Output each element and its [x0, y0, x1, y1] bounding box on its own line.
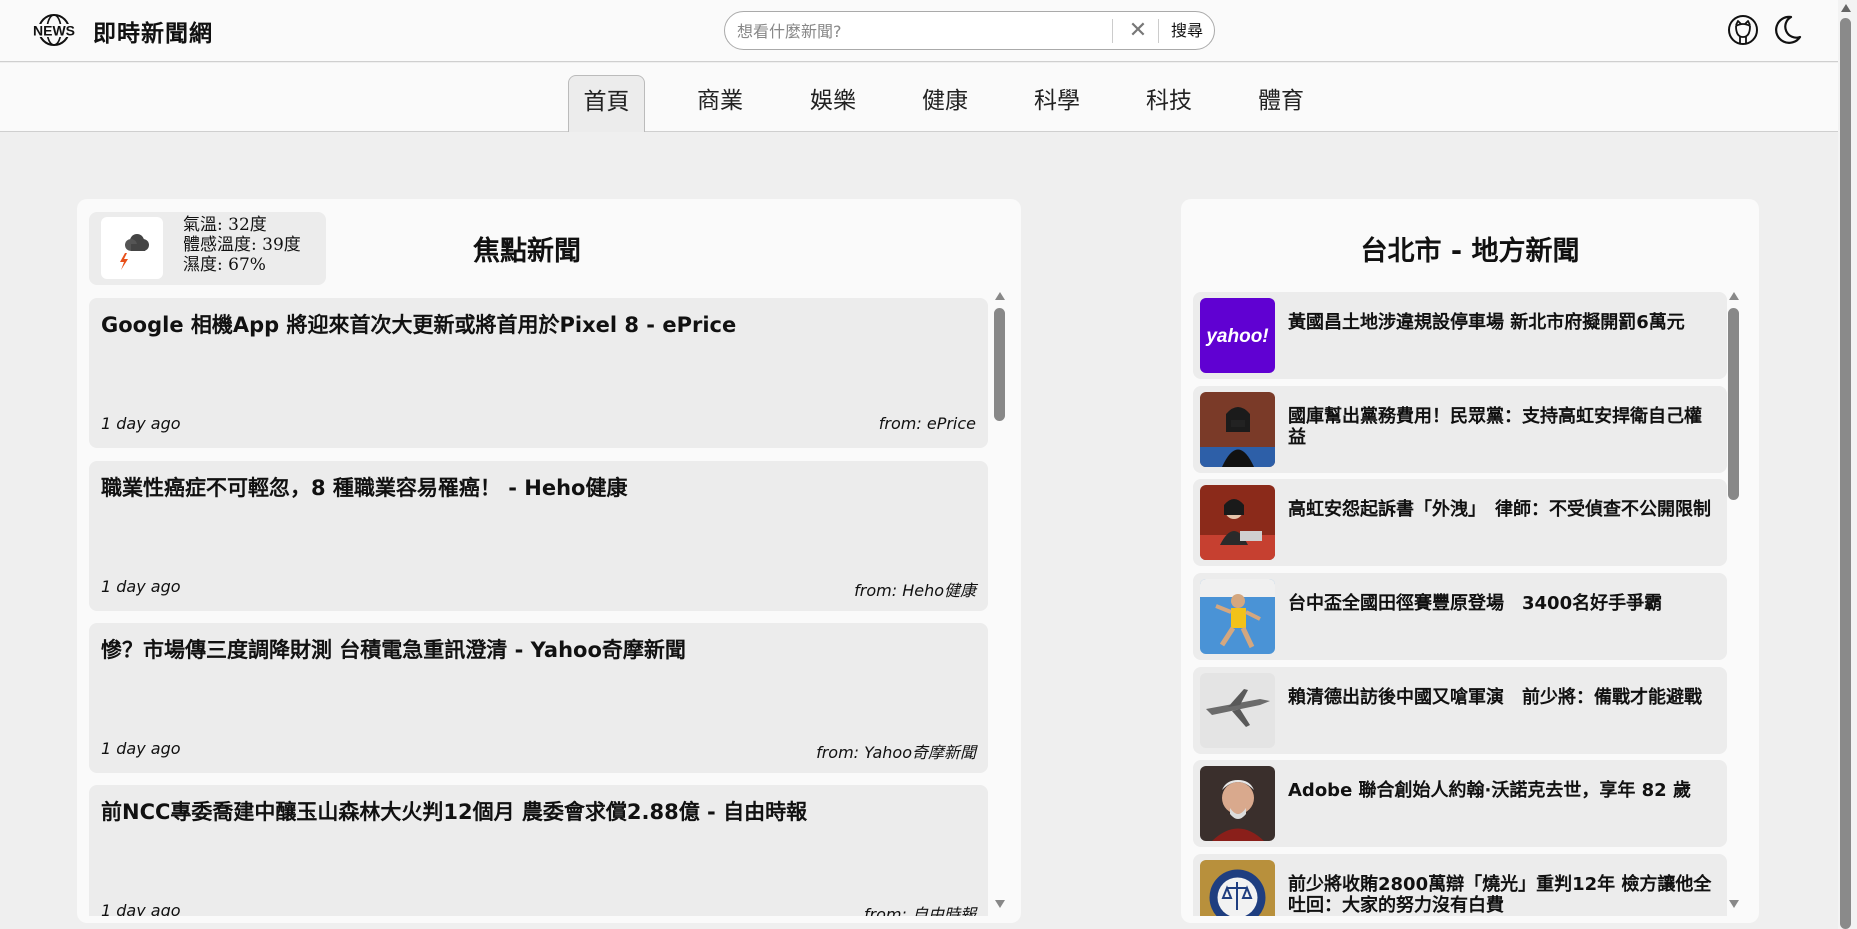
tab-health[interactable]: 健康: [907, 75, 983, 132]
dark-mode-moon-icon[interactable]: [1770, 13, 1804, 47]
search-box: ✕ 搜尋: [724, 11, 1215, 50]
headline-source: from: Heho健康: [854, 581, 976, 600]
podium-speaker-thumbnail: [1200, 485, 1275, 560]
search-divider: [1158, 19, 1159, 43]
local-news-scrollbar[interactable]: [1726, 292, 1742, 908]
headlines-title: 焦點新聞: [473, 236, 581, 267]
local-news-item[interactable]: Adobe 聯合創始人約翰·沃諾克去世，享年 82 歲: [1193, 760, 1727, 847]
justice-emblem-thumbnail: [1200, 860, 1275, 916]
scroll-thumb[interactable]: [994, 308, 1005, 421]
search-button[interactable]: 搜尋: [1165, 18, 1209, 44]
window-scroll-thumb[interactable]: [1840, 18, 1851, 929]
yahoo-logo-text: yahoo!: [1205, 326, 1268, 347]
scroll-up-arrow-icon[interactable]: [1729, 292, 1739, 300]
local-news-headline[interactable]: 國庫幫出黨務費用！民眾黨：支持高虹安捍衛自己權益: [1288, 406, 1718, 448]
thunderstorm-icon: [101, 217, 163, 279]
top-bar: NEWS 即時新聞網 ✕ 搜尋: [0, 0, 1838, 62]
local-news-list: yahoo! 黃國昌土地涉違規設停車場 新北市府擬開罰6萬元 國庫幫出黨務費用！…: [1193, 292, 1727, 916]
headline-title[interactable]: 職業性癌症不可輕忽，8 種職業容易罹癌！ - Heho健康: [101, 474, 971, 502]
github-icon[interactable]: [1726, 13, 1760, 47]
headline-time: 1 day ago: [101, 901, 181, 916]
weather-feels-like: 體感溫度: 39度: [183, 235, 301, 255]
local-news-headline[interactable]: 高虹安怨起訴書「外洩」 律師：不受偵查不公開限制: [1288, 499, 1718, 520]
scroll-down-arrow-icon[interactable]: [995, 900, 1005, 908]
local-news-headline[interactable]: 黃國昌土地涉違規設停車場 新北市府擬開罰6萬元: [1288, 312, 1718, 333]
search-input[interactable]: [737, 18, 1127, 44]
search-divider: [1112, 19, 1113, 43]
local-news-title: 台北市 - 地方新聞: [1360, 236, 1580, 267]
headlines-scrollbar[interactable]: [992, 292, 1008, 908]
local-news-item[interactable]: 高虹安怨起訴書「外洩」 律師：不受偵查不公開限制: [1193, 479, 1727, 566]
headline-source: from: ePrice: [878, 414, 976, 433]
local-news-headline[interactable]: 前少將收賄2800萬辯「燒光」重判12年 檢方讓他全吐回：大家的努力沒有白費: [1288, 874, 1718, 916]
tab-entertainment[interactable]: 娛樂: [795, 75, 871, 132]
local-news-headline[interactable]: Adobe 聯合創始人約翰·沃諾克去世，享年 82 歲: [1288, 780, 1718, 801]
window-scrollbar[interactable]: [1838, 0, 1857, 929]
category-nav: 首頁 商業 娛樂 健康 科學 科技 體育: [0, 63, 1838, 132]
headline-card[interactable]: Google 相機App 將迎來首次大更新或將首用於Pixel 8 - ePri…: [89, 298, 988, 448]
headline-title[interactable]: Google 相機App 將迎來首次大更新或將首用於Pixel 8 - ePri…: [101, 311, 971, 339]
scroll-up-arrow-icon[interactable]: [995, 292, 1005, 300]
site-title[interactable]: 即時新聞網: [93, 14, 213, 48]
local-news-item[interactable]: yahoo! 黃國昌土地涉違規設停車場 新北市府擬開罰6萬元: [1193, 292, 1727, 379]
logo-text: NEWS: [33, 23, 75, 39]
headline-card[interactable]: 慘？市場傳三度調降財測 台積電急重訊澄清 - Yahoo奇摩新聞 1 day a…: [89, 623, 988, 773]
headlines-list: Google 相機App 將迎來首次大更新或將首用於Pixel 8 - ePri…: [89, 298, 988, 916]
headlines-panel: 氣溫: 32度 體感溫度: 39度 濕度: 67% 焦點新聞 Google 相機…: [77, 199, 1021, 923]
clear-search-button[interactable]: ✕: [1123, 17, 1153, 45]
news-logo-icon[interactable]: NEWS: [28, 13, 80, 47]
headline-time: 1 day ago: [101, 414, 181, 433]
tab-technology[interactable]: 科技: [1131, 75, 1207, 132]
headline-card[interactable]: 職業性癌症不可輕忽，8 種職業容易罹癌！ - Heho健康 1 day ago …: [89, 461, 988, 611]
fighter-jet-thumbnail: [1200, 673, 1275, 748]
headline-title[interactable]: 慘？市場傳三度調降財測 台積電急重訊澄清 - Yahoo奇摩新聞: [101, 636, 971, 664]
headline-source: from: 自由時報: [863, 905, 976, 916]
local-news-panel: 台北市 - 地方新聞 yahoo! 黃國昌土地涉違規設停車場 新北市府擬開罰6萬…: [1181, 199, 1759, 923]
tab-sports[interactable]: 體育: [1243, 75, 1319, 132]
local-news-item[interactable]: 賴清德出訪後中國又嗆軍演 前少將：備戰才能避戰: [1193, 667, 1727, 754]
headline-time: 1 day ago: [101, 577, 181, 596]
press-conference-thumbnail: [1200, 392, 1275, 467]
weather-humidity: 濕度: 67%: [183, 255, 266, 275]
tab-home[interactable]: 首頁: [568, 75, 645, 132]
scroll-up-arrow-icon[interactable]: [1841, 4, 1851, 12]
headline-title[interactable]: 前NCC專委喬建中釀玉山森林大火判12個月 農委會求償2.88億 - 自由時報: [101, 798, 971, 826]
weather-temperature: 氣溫: 32度: [183, 215, 267, 235]
tab-business[interactable]: 商業: [682, 75, 758, 132]
local-news-item[interactable]: 台中盃全國田徑賽豐原登場 3400名好手爭霸: [1193, 573, 1727, 660]
headline-source: from: Yahoo奇摩新聞: [816, 743, 976, 762]
local-news-item[interactable]: 前少將收賄2800萬辯「燒光」重判12年 檢方讓他全吐回：大家的努力沒有白費: [1193, 854, 1727, 916]
portrait-thumbnail: [1200, 766, 1275, 841]
scroll-thumb[interactable]: [1728, 308, 1739, 500]
local-news-item[interactable]: 國庫幫出黨務費用！民眾黨：支持高虹安捍衛自己權益: [1193, 386, 1727, 473]
tab-science[interactable]: 科學: [1019, 75, 1095, 132]
headline-time: 1 day ago: [101, 739, 181, 758]
local-news-headline[interactable]: 賴清德出訪後中國又嗆軍演 前少將：備戰才能避戰: [1288, 687, 1718, 708]
headline-card[interactable]: 前NCC專委喬建中釀玉山森林大火判12個月 農委會求償2.88億 - 自由時報 …: [89, 785, 988, 916]
runner-thumbnail: [1200, 579, 1275, 654]
local-news-headline[interactable]: 台中盃全國田徑賽豐原登場 3400名好手爭霸: [1288, 593, 1718, 614]
scroll-down-arrow-icon[interactable]: [1729, 900, 1739, 908]
weather-widget: 氣溫: 32度 體感溫度: 39度 濕度: 67%: [89, 212, 326, 285]
yahoo-logo-thumbnail: yahoo!: [1200, 298, 1275, 373]
